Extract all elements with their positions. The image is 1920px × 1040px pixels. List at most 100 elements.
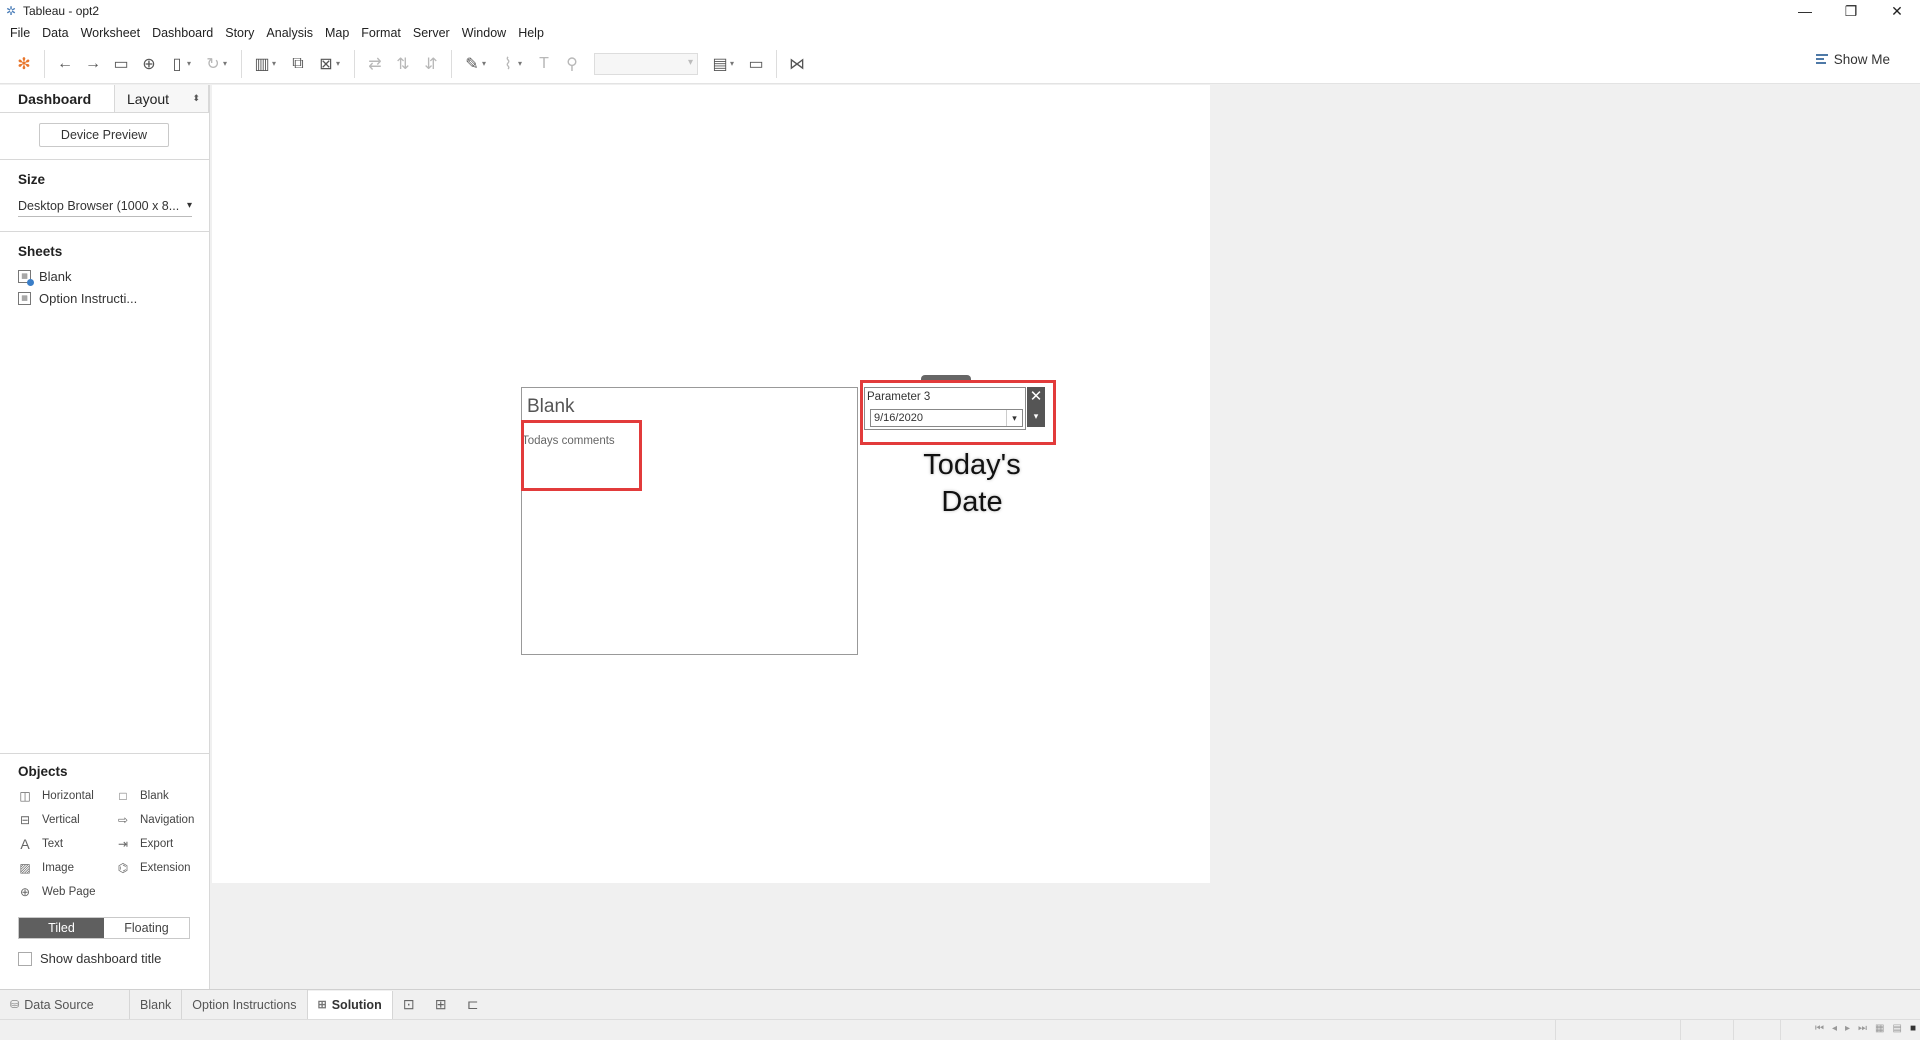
new-worksheet-icon[interactable]: ⊡	[393, 990, 425, 1020]
object-label: Image	[42, 862, 74, 874]
fit-select[interactable]	[594, 52, 698, 75]
sheets-section-title: Sheets	[18, 244, 63, 259]
chevron-down-icon[interactable]: ▾	[482, 59, 490, 68]
size-section-title: Size	[18, 172, 46, 187]
tabs-view-icon[interactable]: ■	[1910, 1023, 1916, 1034]
chevron-down-icon[interactable]: ▾	[336, 59, 344, 68]
last-sheet-icon[interactable]: ⏭	[1858, 1023, 1867, 1034]
save-icon[interactable]: ▭	[107, 50, 135, 78]
show-title-checkbox[interactable]	[18, 951, 32, 966]
object-horizontal[interactable]: ◫ Horizontal	[18, 787, 116, 805]
chevron-down-icon[interactable]: ▾	[223, 59, 231, 68]
object-label: Text	[42, 838, 64, 850]
sheet-item-option-instructions[interactable]: ▦ Option Instructi...	[18, 290, 209, 306]
object-export[interactable]: ⇥ Export	[116, 835, 216, 853]
new-dashboard-icon[interactable]: ⊞	[425, 990, 457, 1020]
redo-icon[interactable]: →	[79, 50, 107, 78]
menu-map[interactable]: Map	[319, 22, 355, 44]
tab-blank[interactable]: Blank	[130, 989, 183, 1020]
tab-option-instructions[interactable]: Option Instructions	[182, 989, 308, 1020]
tab-data-source[interactable]: ⛁ Data Source	[0, 989, 130, 1020]
sort-asc-icon[interactable]: ⇅	[389, 50, 417, 78]
sheet-sorter-icon[interactable]: ▦	[1875, 1023, 1884, 1034]
menu-window[interactable]: Window	[456, 22, 512, 44]
chevron-down-icon[interactable]: ▾	[730, 59, 738, 68]
object-extension[interactable]: ⌬ Extension	[116, 859, 216, 877]
chevron-down-icon[interactable]: ▾	[187, 59, 195, 68]
highlight-box-comments	[521, 420, 642, 491]
status-bar: ⏮ ◂ ▸ ⏭ ▦ ▤ ■	[0, 1019, 1920, 1040]
sheet-item-label: Option Instructi...	[39, 290, 138, 306]
device-preview-button[interactable]: Device Preview	[39, 123, 169, 147]
filmstrip-icon[interactable]: ▤	[1893, 1023, 1902, 1034]
object-navigation[interactable]: ⇨ Navigation	[116, 811, 216, 829]
menu-analysis[interactable]: Analysis	[260, 22, 319, 44]
next-sheet-icon[interactable]: ▸	[1845, 1023, 1850, 1034]
restore-button[interactable]: ❐	[1828, 0, 1874, 22]
size-dropdown[interactable]: Desktop Browser (1000 x 8...	[18, 197, 192, 217]
sort-desc-icon[interactable]: ⇵	[417, 50, 445, 78]
labels-icon[interactable]: T	[530, 50, 558, 78]
sheet-tabs-bar: ⛁ Data Source Blank Option Instructions …	[0, 989, 1920, 1020]
web-page-icon: ⊕	[19, 885, 31, 899]
menu-help[interactable]: Help	[512, 22, 550, 44]
show-dashboard-title-option[interactable]: Show dashboard title	[18, 951, 209, 966]
object-vertical[interactable]: ⊟ Vertical	[18, 811, 116, 829]
tiled-button[interactable]: Tiled	[19, 918, 104, 938]
sheet-title: Blank	[527, 396, 575, 417]
presentation-icon[interactable]: ▭	[742, 50, 770, 78]
worksheet-icon: ▦	[18, 291, 31, 305]
menu-data[interactable]: Data	[36, 22, 74, 44]
add-data-source-icon[interactable]: ⊕	[135, 50, 163, 78]
menu-worksheet[interactable]: Worksheet	[75, 22, 147, 44]
extension-icon: ⌬	[117, 861, 129, 875]
object-image[interactable]: ▨ Image	[18, 859, 116, 877]
chevron-down-icon[interactable]: ▾	[272, 59, 280, 68]
duplicate-icon[interactable]: ⧉	[284, 50, 312, 78]
show-me-button[interactable]: Show Me	[1815, 52, 1890, 67]
menu-format[interactable]: Format	[355, 22, 407, 44]
menu-server[interactable]: Server	[407, 22, 456, 44]
floating-button[interactable]: Floating	[104, 918, 189, 938]
status-divider	[1555, 1020, 1556, 1040]
sheet-item-blank[interactable]: ▦ Blank	[18, 269, 209, 286]
highlight-box-parameter	[860, 380, 1056, 445]
status-divider	[1733, 1020, 1734, 1040]
fix-axes-icon[interactable]: ⚲	[558, 50, 586, 78]
tab-dashboard[interactable]: Dashboard	[0, 85, 115, 112]
worksheet-icon: ▦	[18, 269, 34, 286]
show-me-label: Show Me	[1833, 52, 1890, 67]
tab-solution[interactable]: ⊞ Solution	[307, 990, 393, 1019]
tableau-app-icon: ✲	[5, 4, 17, 18]
vertical-container-icon: ⊟	[19, 813, 31, 827]
tiled-floating-toggle: Tiled Floating	[18, 917, 190, 939]
prev-sheet-icon[interactable]: ◂	[1832, 1023, 1837, 1034]
object-blank[interactable]: □ Blank	[116, 787, 216, 805]
window-title: Tableau - opt2	[23, 4, 100, 18]
first-sheet-icon[interactable]: ⏮	[1815, 1023, 1824, 1034]
tab-label: Solution	[331, 997, 382, 1012]
object-text[interactable]: A Text	[18, 835, 116, 853]
text-icon: A	[20, 836, 30, 852]
menu-story[interactable]: Story	[219, 22, 260, 44]
show-me-icon	[1815, 53, 1828, 66]
tableau-logo-icon[interactable]: ✻	[10, 50, 38, 78]
new-story-icon[interactable]: ⊏	[457, 990, 489, 1020]
undo-icon[interactable]: ←	[51, 50, 79, 78]
swap-icon[interactable]: ⇄	[361, 50, 389, 78]
menu-file[interactable]: File	[4, 22, 36, 44]
tab-label: Data Source	[24, 997, 94, 1012]
chevron-down-icon[interactable]: ▾	[518, 59, 526, 68]
object-label: Navigation	[140, 814, 195, 826]
database-icon: ⛁	[10, 999, 20, 1011]
object-label: Export	[140, 838, 174, 850]
tab-layout[interactable]: Layout ⬍	[115, 85, 209, 112]
dashboard-icon: ⊞	[317, 999, 327, 1011]
object-web-page[interactable]: ⊕ Web Page	[18, 883, 116, 901]
minimize-button[interactable]: —	[1782, 0, 1828, 22]
share-icon[interactable]: ⋈	[783, 50, 811, 78]
menu-dashboard[interactable]: Dashboard	[146, 22, 219, 44]
objects-grid: ◫ Horizontal □ Blank ⊟ Vertical ⇨ Navigation…	[18, 787, 209, 901]
close-window-button[interactable]: ✕	[1874, 0, 1920, 22]
toolbar-separator	[241, 49, 242, 78]
